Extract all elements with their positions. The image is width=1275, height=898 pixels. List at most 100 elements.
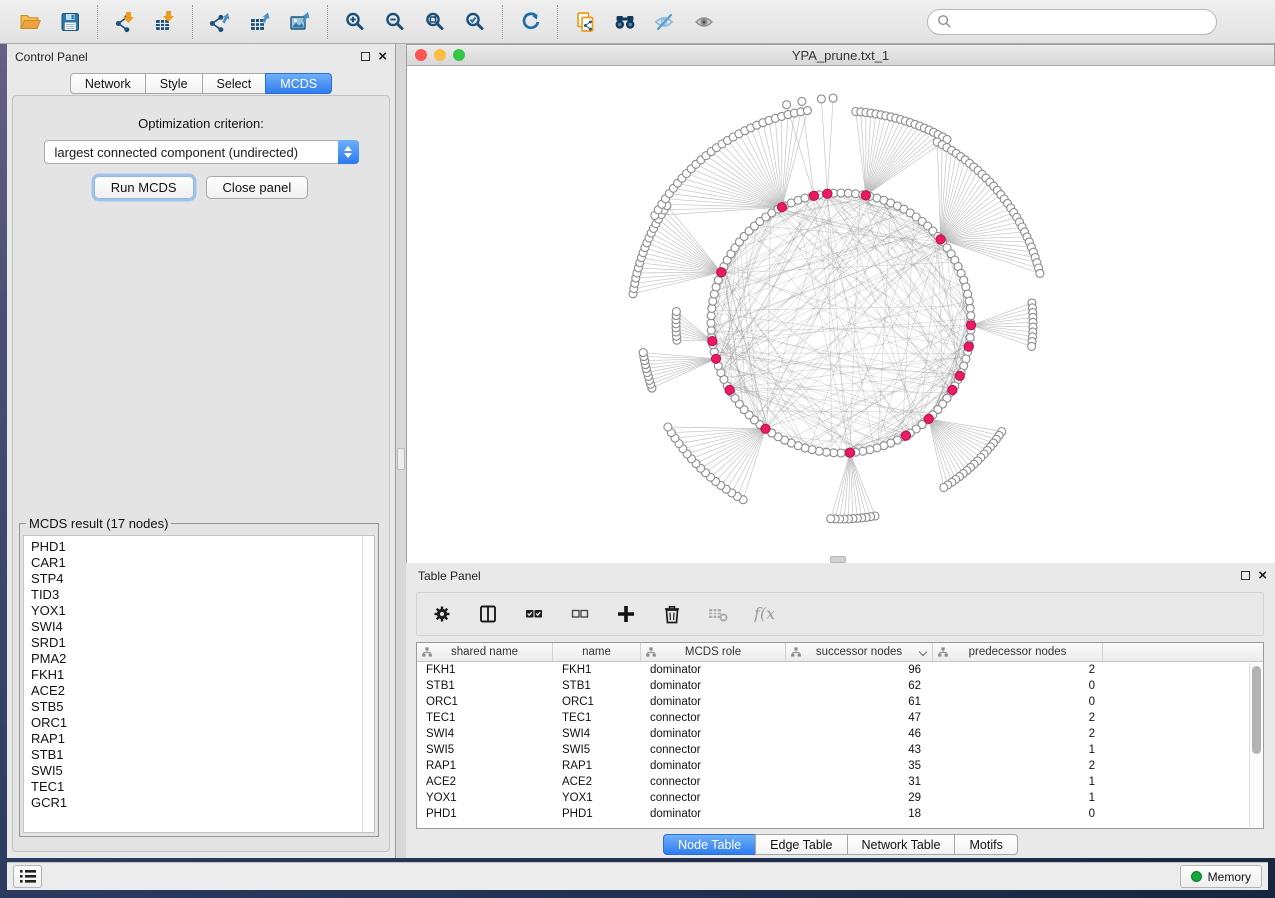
table-panel-header: Table Panel × bbox=[406, 563, 1275, 588]
svg-text:f(x): f(x) bbox=[754, 604, 774, 623]
tab-select[interactable]: Select bbox=[202, 73, 267, 94]
float-panel-icon[interactable] bbox=[361, 52, 370, 61]
zoom-in-button[interactable] bbox=[335, 4, 375, 40]
unselect-all-columns-icon bbox=[570, 604, 590, 624]
table-row[interactable]: TEC1TEC1connector472 bbox=[417, 710, 1263, 726]
unselect-all-columns-button[interactable] bbox=[567, 600, 593, 628]
mcds-result-item[interactable]: YOX1 bbox=[31, 603, 374, 619]
result-scrollbar[interactable] bbox=[362, 536, 374, 832]
node-table: shared namenameMCDS rolesuccessor nodesp… bbox=[416, 642, 1264, 829]
mcds-result-item[interactable]: PHD1 bbox=[31, 539, 374, 555]
mcds-result-item[interactable]: FKH1 bbox=[31, 667, 374, 683]
clone-network-button[interactable] bbox=[565, 4, 605, 40]
select-all-columns-button[interactable] bbox=[521, 600, 547, 628]
table-row[interactable]: STB1STB1dominator620 bbox=[417, 678, 1263, 694]
cell-name: TEC1 bbox=[553, 710, 641, 726]
search-input[interactable] bbox=[952, 12, 1216, 32]
column-header-shared-name[interactable]: shared name bbox=[417, 643, 553, 661]
zoom-fit-button[interactable] bbox=[415, 4, 455, 40]
dropdown-value: largest connected component (undirected) bbox=[55, 145, 299, 160]
table-row[interactable]: YOX1YOX1connector291 bbox=[417, 790, 1263, 806]
tab-mcds[interactable]: MCDS bbox=[265, 73, 332, 94]
tab-style[interactable]: Style bbox=[145, 73, 203, 94]
table-row[interactable]: ORC1ORC1dominator610 bbox=[417, 694, 1263, 710]
show-columns-button[interactable] bbox=[475, 600, 501, 628]
search-icon bbox=[937, 14, 952, 29]
table-row[interactable]: ACE2ACE2connector311 bbox=[417, 774, 1263, 790]
mcds-result-item[interactable]: CAR1 bbox=[31, 555, 374, 571]
tab-edge-table[interactable]: Edge Table bbox=[755, 834, 847, 855]
table-row[interactable]: SWI4SWI4dominator462 bbox=[417, 726, 1263, 742]
mcds-result-item[interactable]: STP4 bbox=[31, 571, 374, 587]
mcds-result-item[interactable]: SWI5 bbox=[31, 763, 374, 779]
save-session-button[interactable] bbox=[50, 4, 90, 40]
open-file-button[interactable] bbox=[10, 4, 50, 40]
search-network-button[interactable] bbox=[605, 4, 645, 40]
mcds-result-item[interactable]: STB5 bbox=[31, 699, 374, 715]
table-row[interactable]: FKH1FKH1dominator962 bbox=[417, 662, 1263, 678]
tab-motifs[interactable]: Motifs bbox=[954, 834, 1017, 855]
close-panel-button[interactable]: Close panel bbox=[206, 176, 309, 199]
table-scrollbar[interactable] bbox=[1249, 663, 1262, 827]
vertical-splitter[interactable] bbox=[396, 44, 406, 858]
mcds-result-item[interactable]: TEC1 bbox=[31, 779, 374, 795]
memory-button[interactable]: Memory bbox=[1180, 865, 1262, 888]
column-header-name[interactable]: name bbox=[553, 643, 641, 661]
zoom-out-button[interactable] bbox=[375, 4, 415, 40]
settings-button[interactable] bbox=[429, 600, 455, 628]
cell-shared-name: TEC1 bbox=[417, 710, 553, 726]
column-header-successor-nodes[interactable]: successor nodes bbox=[786, 643, 933, 661]
hide-selected-button[interactable] bbox=[645, 4, 685, 40]
cell-MCDS-role: dominator bbox=[641, 758, 786, 774]
tab-node-table[interactable]: Node Table bbox=[663, 834, 756, 855]
zoom-selected-button[interactable] bbox=[455, 4, 495, 40]
optimization-criterion-dropdown[interactable]: largest connected component (undirected) bbox=[44, 140, 359, 164]
export-image-button[interactable] bbox=[280, 4, 320, 40]
horizontal-splitter-handle[interactable] bbox=[830, 556, 846, 563]
float-table-panel-icon[interactable] bbox=[1241, 571, 1250, 580]
export-table-button[interactable] bbox=[240, 4, 280, 40]
network-canvas[interactable] bbox=[407, 66, 1275, 563]
memory-label: Memory bbox=[1208, 870, 1251, 884]
import-network-button[interactable] bbox=[105, 4, 145, 40]
search-field[interactable] bbox=[927, 9, 1217, 35]
splitter-handle[interactable] bbox=[397, 448, 405, 470]
cell-successor-nodes: 18 bbox=[786, 806, 933, 822]
cell-MCDS-role: connector bbox=[641, 790, 786, 806]
mcds-result-item[interactable]: STB1 bbox=[31, 747, 374, 763]
network-window-titlebar[interactable]: YPA_prune.txt_1 bbox=[407, 45, 1274, 66]
export-network-button[interactable] bbox=[200, 4, 240, 40]
cell-shared-name: YOX1 bbox=[417, 790, 553, 806]
tab-network[interactable]: Network bbox=[70, 73, 146, 94]
cell-MCDS-role: connector bbox=[641, 774, 786, 790]
mcds-result-item[interactable]: TID3 bbox=[31, 587, 374, 603]
hide-selected-icon bbox=[654, 11, 676, 33]
table-row[interactable]: RAP1RAP1dominator352 bbox=[417, 758, 1263, 774]
cell-predecessor-nodes: 2 bbox=[933, 710, 1103, 726]
close-table-panel-icon[interactable]: × bbox=[1258, 571, 1267, 580]
mcds-result-item[interactable]: SWI4 bbox=[31, 619, 374, 635]
column-type-icon bbox=[791, 647, 801, 657]
mcds-result-item[interactable]: SRD1 bbox=[31, 635, 374, 651]
show-all-button[interactable] bbox=[685, 4, 725, 40]
mcds-result-item[interactable]: PMA2 bbox=[31, 651, 374, 667]
mcds-result-item[interactable]: GCR1 bbox=[31, 795, 374, 811]
close-panel-icon[interactable]: × bbox=[378, 52, 387, 61]
table-row[interactable]: SWI5SWI5connector431 bbox=[417, 742, 1263, 758]
column-header-MCDS-role[interactable]: MCDS role bbox=[641, 643, 786, 661]
refresh-button[interactable] bbox=[510, 4, 550, 40]
tab-network-table[interactable]: Network Table bbox=[847, 834, 956, 855]
mcds-result-item[interactable]: ACE2 bbox=[31, 683, 374, 699]
table-scrollbar-thumb[interactable] bbox=[1252, 666, 1261, 754]
mcds-result-item[interactable]: RAP1 bbox=[31, 731, 374, 747]
delete-column-button[interactable] bbox=[659, 600, 685, 628]
column-header-predecessor-nodes[interactable]: predecessor nodes bbox=[933, 643, 1103, 661]
mcds-result-item[interactable]: ORC1 bbox=[31, 715, 374, 731]
cell-successor-nodes: 61 bbox=[786, 694, 933, 710]
cell-shared-name: SWI5 bbox=[417, 742, 553, 758]
task-history-button[interactable] bbox=[13, 865, 42, 888]
add-column-button[interactable] bbox=[613, 600, 639, 628]
run-mcds-button[interactable]: Run MCDS bbox=[94, 176, 194, 199]
import-table-button[interactable] bbox=[145, 4, 185, 40]
table-row[interactable]: PHD1PHD1dominator180 bbox=[417, 806, 1263, 822]
